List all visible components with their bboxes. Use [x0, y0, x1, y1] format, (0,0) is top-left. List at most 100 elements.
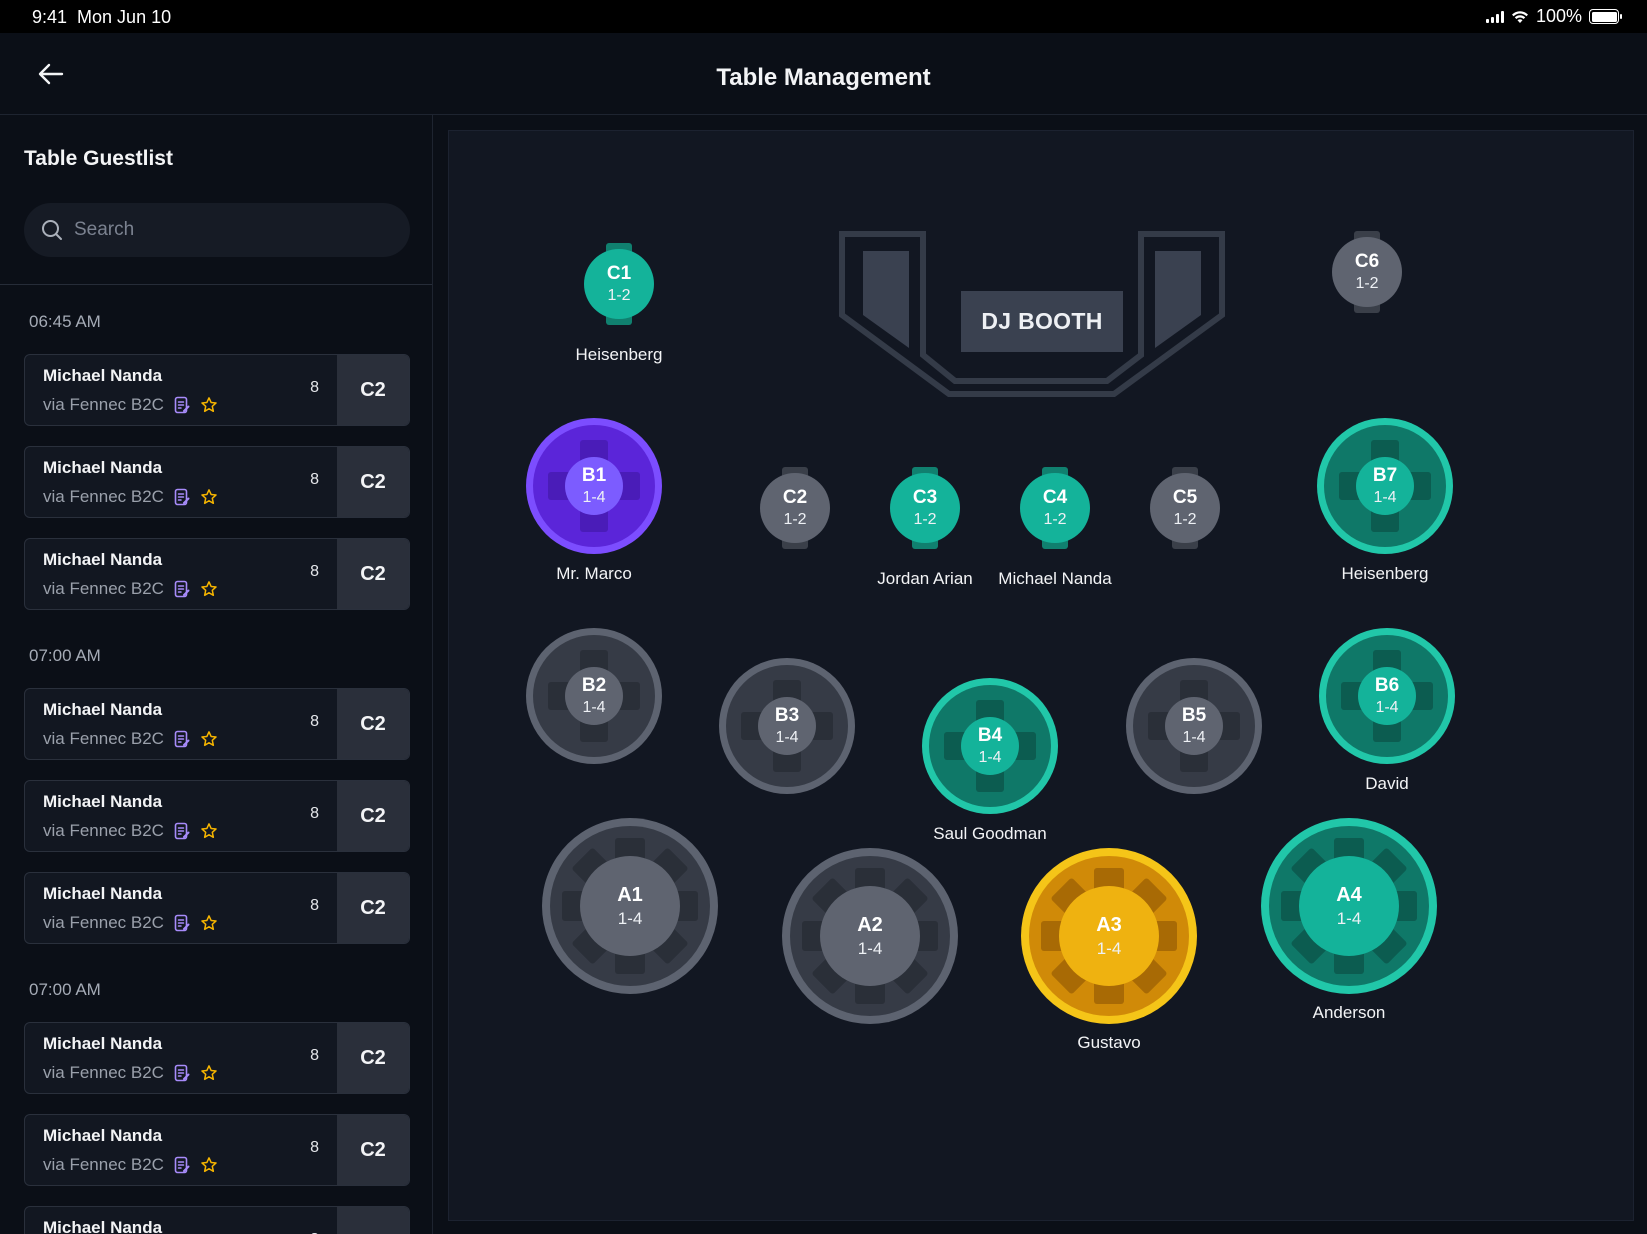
table-shape	[1319, 628, 1455, 764]
guest-table-badge[interactable]: C2	[337, 447, 409, 517]
guest-table-badge[interactable]: C2	[337, 873, 409, 943]
star-icon[interactable]	[200, 730, 218, 748]
guest-source-row: via Fennec B2C	[43, 729, 218, 749]
guest-card[interactable]: Michael Nanda via Fennec B2C 8 C2	[24, 538, 410, 610]
table-c4[interactable]: C4 1-2	[1016, 467, 1094, 549]
header: Table Management	[0, 33, 1647, 115]
star-icon[interactable]	[200, 914, 218, 932]
guest-info: Michael Nanda via Fennec B2C 8	[25, 689, 337, 759]
guest-card[interactable]: Michael Nanda via Fennec B2C 8 C2	[24, 354, 410, 426]
guest-card[interactable]: Michael Nanda via Fennec B2C 8 C2	[24, 688, 410, 760]
guest-card[interactable]: Michael Nanda via Fennec B2C 8 C2	[24, 780, 410, 852]
star-icon[interactable]	[200, 396, 218, 414]
time-group-label: 06:45 AM	[29, 312, 101, 331]
table-b3[interactable]: B3 1-4	[715, 654, 859, 798]
guest-party-size: 8	[310, 379, 319, 396]
time-group-label: 07:00 AM	[29, 980, 101, 999]
table-guest-name: Anderson	[1312, 1003, 1386, 1022]
table-c1[interactable]: C1 1-2	[580, 243, 658, 325]
note-icon[interactable]	[174, 488, 190, 506]
guest-info: Michael Nanda via Fennec B2C 8	[25, 873, 337, 943]
guest-name: Michael Nanda	[43, 700, 163, 719]
star-icon[interactable]	[200, 1156, 218, 1174]
table-b2[interactable]: B2 1-4	[522, 624, 666, 768]
guest-table-badge[interactable]: C2	[337, 539, 409, 609]
table-shape	[526, 628, 662, 764]
note-icon[interactable]	[174, 914, 190, 932]
guest-source: via Fennec B2C	[43, 395, 164, 414]
star-icon[interactable]	[200, 488, 218, 506]
table-b6[interactable]: B6 1-4	[1315, 624, 1459, 768]
guest-party-size: 8	[310, 563, 319, 580]
search-box[interactable]	[24, 203, 410, 257]
guest-name: Michael Nanda	[43, 884, 163, 903]
guest-card[interactable]: Michael Nanda via Fennec B2C 8 C2	[24, 446, 410, 518]
table-guest-name: Gustavo	[1077, 1033, 1141, 1052]
table-b7[interactable]: B7 1-4	[1313, 414, 1457, 558]
table-shape	[1332, 231, 1402, 313]
table-shape	[1126, 658, 1262, 794]
guest-party-size: 8	[310, 897, 319, 914]
star-icon[interactable]	[200, 822, 218, 840]
star-icon[interactable]	[200, 580, 218, 598]
note-icon[interactable]	[174, 396, 190, 414]
table-b5[interactable]: B5 1-4	[1122, 654, 1266, 798]
table-c6[interactable]: C6 1-2	[1328, 231, 1406, 313]
guestlist-sidebar: Table Guestlist 06:45 AM Michael Nanda v…	[0, 115, 433, 1234]
table-shape	[584, 243, 654, 325]
table-b1[interactable]: B1 1-4	[522, 414, 666, 558]
table-c3[interactable]: C3 1-2	[886, 467, 964, 549]
guest-source-row: via Fennec B2C	[43, 1063, 218, 1083]
table-guest-name: Heisenberg	[1341, 564, 1429, 583]
search-input[interactable]	[74, 219, 374, 241]
guest-table-badge[interactable]: C2	[337, 1023, 409, 1093]
guest-card[interactable]: Michael Nanda via Fennec B2C 8 C2	[24, 1206, 410, 1234]
table-shape	[782, 848, 958, 1024]
guest-party-size: 8	[310, 471, 319, 488]
guest-name: Michael Nanda	[43, 550, 163, 569]
guest-party-size: 8	[310, 805, 319, 822]
table-shape	[1021, 848, 1197, 1024]
guest-source: via Fennec B2C	[43, 579, 164, 598]
guest-table-badge[interactable]: C2	[337, 1115, 409, 1185]
star-icon[interactable]	[200, 1064, 218, 1082]
guest-table-badge[interactable]: C2	[337, 355, 409, 425]
note-icon[interactable]	[174, 730, 190, 748]
table-b4[interactable]: B4 1-4	[918, 674, 1062, 818]
table-a2[interactable]: A2 1-4	[778, 844, 962, 1028]
guest-card[interactable]: Michael Nanda via Fennec B2C 8 C2	[24, 872, 410, 944]
guest-source: via Fennec B2C	[43, 1063, 164, 1082]
guest-info: Michael Nanda via Fennec B2C 8	[25, 447, 337, 517]
table-c2[interactable]: C2 1-2	[756, 467, 834, 549]
table-a4[interactable]: A4 1-4	[1257, 814, 1441, 998]
guest-card[interactable]: Michael Nanda via Fennec B2C 8 C2	[24, 1114, 410, 1186]
status-bar: 9:41 Mon Jun 10 100%	[0, 0, 1647, 33]
app-root: 9:41 Mon Jun 10 100% Table Management Ta…	[0, 0, 1647, 1234]
note-icon[interactable]	[174, 580, 190, 598]
guest-name: Michael Nanda	[43, 366, 163, 385]
guest-name: Michael Nanda	[43, 1126, 163, 1145]
note-icon[interactable]	[174, 1064, 190, 1082]
dj-booth-label: DJ BOOTH	[961, 291, 1123, 352]
guest-party-size: 8	[310, 1047, 319, 1064]
table-shape	[890, 467, 960, 549]
time-group-label: 07:00 AM	[29, 646, 101, 665]
sidebar-title: Table Guestlist	[24, 147, 173, 170]
table-shape	[542, 818, 718, 994]
table-a3[interactable]: A3 1-4	[1017, 844, 1201, 1028]
table-c5[interactable]: C5 1-2	[1146, 467, 1224, 549]
status-time: 9:41 Mon Jun 10	[32, 7, 172, 27]
guest-table-badge[interactable]: C2	[337, 689, 409, 759]
note-icon[interactable]	[174, 822, 190, 840]
note-icon[interactable]	[174, 1156, 190, 1174]
table-shape	[760, 467, 830, 549]
table-guest-name: David	[1365, 774, 1409, 793]
table-shape	[1150, 467, 1220, 549]
guest-party-size: 8	[310, 1139, 319, 1156]
guest-card[interactable]: Michael Nanda via Fennec B2C 8 C2	[24, 1022, 410, 1094]
table-a1[interactable]: A1 1-4	[538, 814, 722, 998]
guest-name: Michael Nanda	[43, 1218, 163, 1234]
guest-table-badge[interactable]: C2	[337, 781, 409, 851]
guest-table-badge[interactable]: C2	[337, 1207, 409, 1234]
guest-info: Michael Nanda via Fennec B2C 8	[25, 539, 337, 609]
